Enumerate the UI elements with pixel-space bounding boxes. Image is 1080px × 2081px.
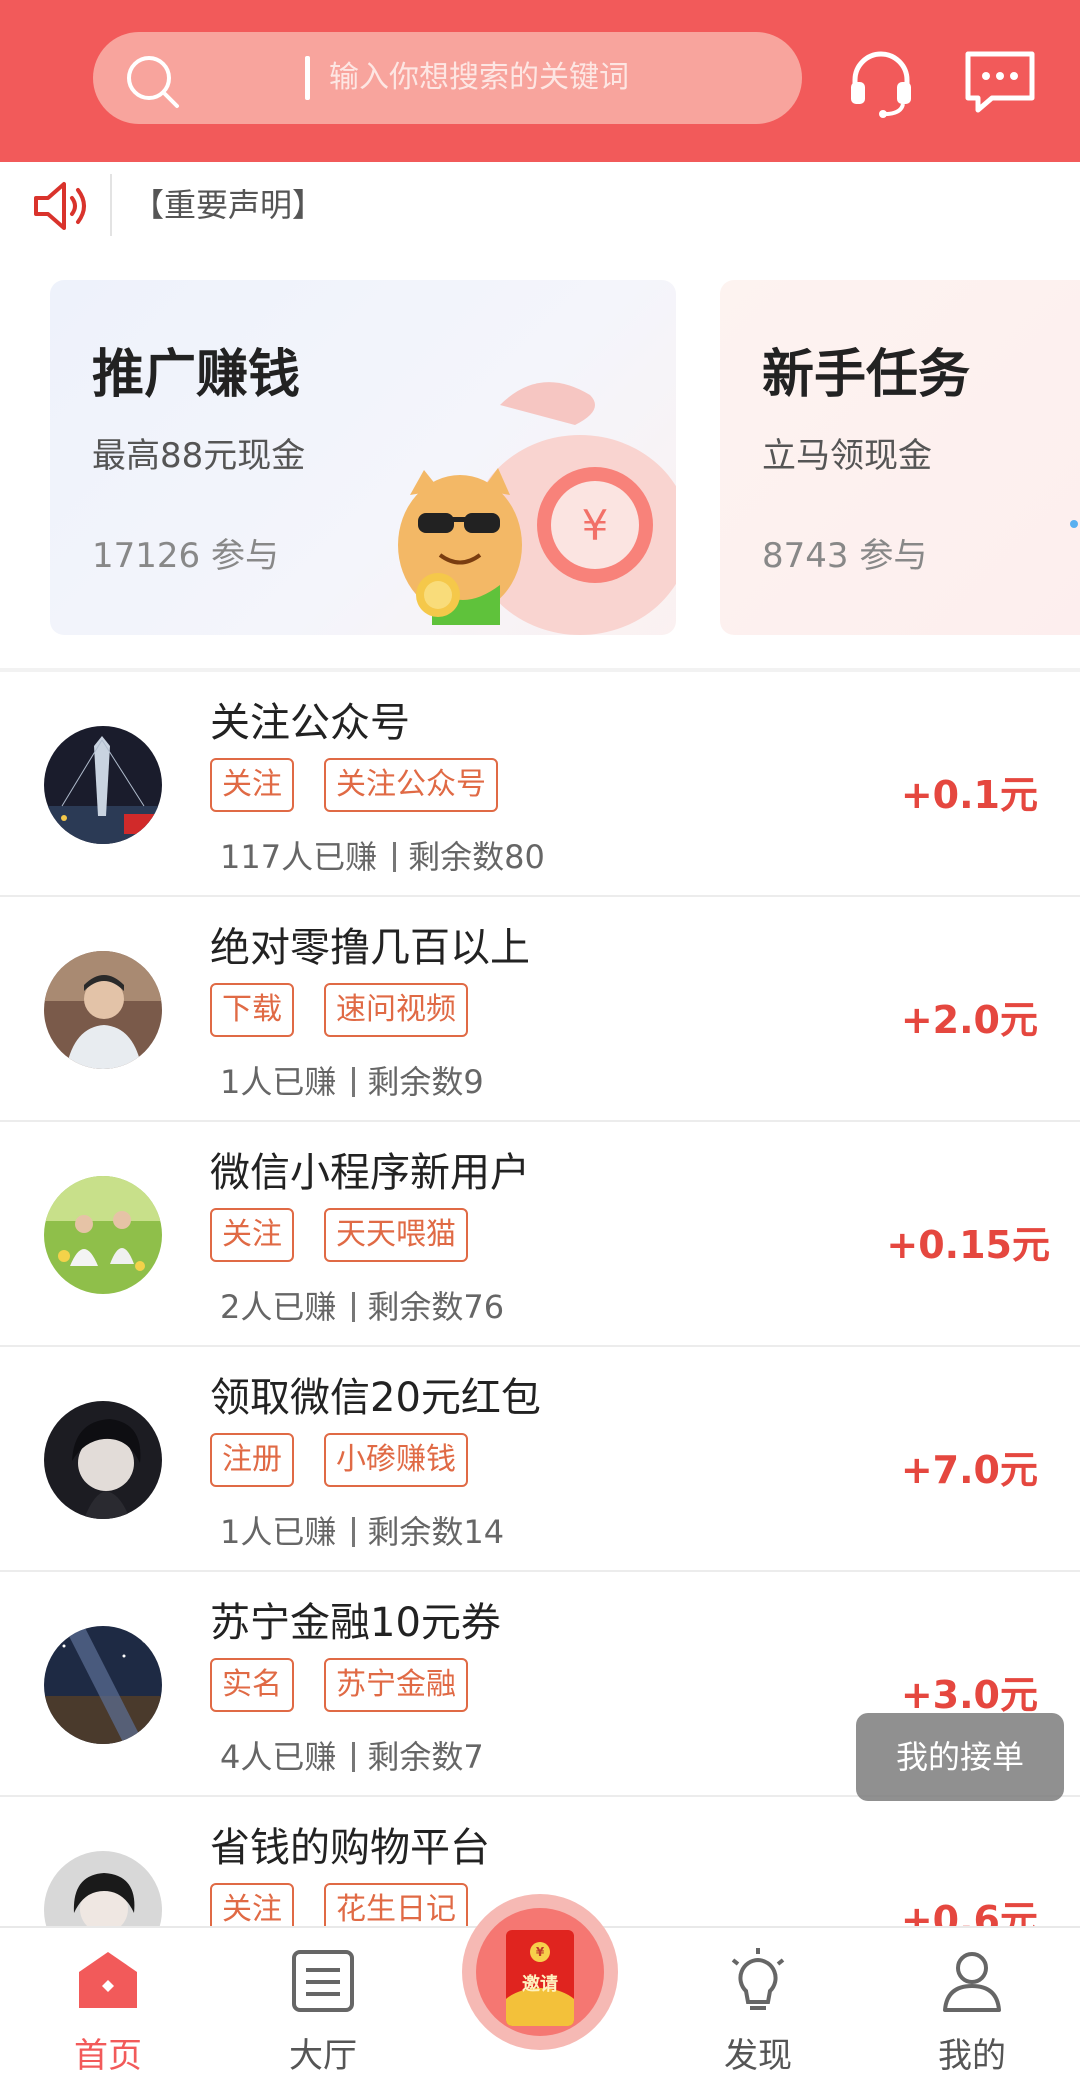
task-row[interactable]: 关注公众号 关注 关注公众号 117人已赚 剩余数80 +0.1元 <box>0 672 1080 897</box>
divider <box>110 174 112 236</box>
task-tag: 关注 <box>210 1883 294 1932</box>
task-tag: 实名 <box>210 1658 294 1712</box>
task-reward: +0.1元 <box>900 773 1038 817</box>
task-title: 绝对零撸几百以上 <box>210 925 530 971</box>
list-icon <box>292 1950 354 2012</box>
search-bar[interactable]: 输入你想搜索的关键词 <box>93 32 802 124</box>
task-reward: +0.15元 <box>886 1223 1050 1267</box>
message-icon[interactable] <box>962 44 1038 120</box>
task-tag: 花生日记 <box>324 1883 468 1932</box>
search-icon <box>127 56 179 108</box>
task-tag: 关注 <box>210 1208 294 1262</box>
remaining-count: 剩余数9 <box>367 1063 484 1101</box>
task-tags: 实名 苏宁金融 <box>210 1658 468 1712</box>
invite-circle: ¥ 邀请 <box>476 1908 604 2036</box>
money-bag-cat-illustration: ¥ <box>398 382 676 635</box>
notice-text[interactable]: 【重要声明】 <box>132 162 324 248</box>
remaining-count: 剩余数80 <box>408 838 545 876</box>
task-title: 苏宁金融10元券 <box>210 1600 501 1646</box>
avatar <box>44 1851 162 1932</box>
task-stats: 4人已赚 剩余数7 <box>220 1732 484 1778</box>
remaining-count: 剩余数7 <box>367 1738 484 1776</box>
card-title: 新手任务 <box>762 345 971 405</box>
tab-mine[interactable]: 我的 <box>902 1928 1042 2081</box>
page: 输入你想搜索的关键词 【重要声明】 推广赚钱 最高88元现金 17126 参与 … <box>0 0 1080 2081</box>
promo-card-promote[interactable]: 推广赚钱 最高88元现金 17126 参与 ¥ <box>50 280 676 635</box>
tab-home[interactable]: 首页 <box>38 1928 178 2081</box>
earned-count: 1人已赚 <box>220 1513 337 1551</box>
invite-label: 邀请 <box>522 1974 558 1995</box>
task-row[interactable]: 领取微信20元红包 注册 小碜赚钱 1人已赚 剩余数14 +7.0元 <box>0 1347 1080 1572</box>
text-cursor <box>305 56 310 100</box>
user-icon <box>943 1952 1001 2012</box>
task-row[interactable]: 微信小程序新用户 关注 天天喂猫 2人已赚 剩余数76 +0.15元 <box>0 1122 1080 1347</box>
earned-count: 4人已赚 <box>220 1738 337 1776</box>
card-count: 8743 参与 <box>762 536 928 576</box>
speaker-icon <box>34 182 86 230</box>
home-icon <box>79 1952 137 2008</box>
task-tag: 小碜赚钱 <box>324 1433 468 1487</box>
task-tags: 下载 速问视频 <box>210 983 468 1037</box>
tab-discover[interactable]: 发现 <box>688 1928 828 2081</box>
avatar <box>44 1626 162 1744</box>
tab-hall[interactable]: 大厅 <box>253 1928 393 2081</box>
tab-label: 大厅 <box>289 2036 357 2076</box>
lightbulb-icon <box>731 1948 785 2010</box>
card-subtitle: 立马领现金 <box>762 436 932 476</box>
task-tag: 关注 <box>210 758 294 812</box>
task-tags: 注册 小碜赚钱 <box>210 1433 468 1487</box>
task-stats: 117人已赚 剩余数80 <box>220 832 545 878</box>
remaining-count: 剩余数14 <box>367 1513 505 1551</box>
task-tag: 天天喂猫 <box>324 1208 468 1262</box>
task-stats: 2人已赚 剩余数76 <box>220 1282 504 1328</box>
task-reward: +7.0元 <box>900 1448 1038 1492</box>
search-input[interactable]: 输入你想搜索的关键词 <box>329 32 629 124</box>
task-tag: 关注公众号 <box>324 758 498 812</box>
avatar <box>44 951 162 1069</box>
task-tag: 下载 <box>210 983 294 1037</box>
task-reward: +2.0元 <box>900 998 1038 1042</box>
earned-count: 2人已赚 <box>220 1288 337 1326</box>
task-tag: 速问视频 <box>324 983 468 1037</box>
card-subtitle: 最高88元现金 <box>92 436 306 476</box>
earned-count: 1人已赚 <box>220 1063 337 1101</box>
red-envelope-icon: ¥ 邀请 <box>506 1930 574 2026</box>
task-title: 领取微信20元红包 <box>210 1375 541 1421</box>
headset-icon[interactable] <box>843 44 919 120</box>
notice-bar[interactable]: 【重要声明】 <box>0 162 1080 248</box>
task-title: 关注公众号 <box>210 700 410 746</box>
tab-label: 发现 <box>724 2036 792 2076</box>
promo-card-newbie[interactable]: 新手任务 立马领现金 8743 参与 <box>720 280 1080 635</box>
avatar <box>44 1176 162 1294</box>
avatar <box>44 726 162 844</box>
my-orders-button[interactable]: 我的接单 <box>856 1713 1064 1801</box>
task-title: 微信小程序新用户 <box>210 1150 530 1196</box>
gift-icon <box>1070 520 1078 528</box>
top-bar: 输入你想搜索的关键词 <box>0 0 1080 162</box>
remaining-count: 剩余数76 <box>367 1288 505 1326</box>
card-count: 17126 参与 <box>92 536 279 576</box>
avatar <box>44 1401 162 1519</box>
task-tag: 注册 <box>210 1433 294 1487</box>
tab-label: 首页 <box>74 2036 142 2076</box>
task-tags: 关注 关注公众号 <box>210 758 498 812</box>
tab-label: 我的 <box>938 2036 1006 2076</box>
invite-button[interactable]: ¥ 邀请 <box>462 1894 618 2050</box>
svg-text:¥: ¥ <box>582 501 609 550</box>
task-stats: 1人已赚 剩余数9 <box>220 1057 484 1103</box>
card-title: 推广赚钱 <box>92 345 301 405</box>
task-tags: 关注 花生日记 <box>210 1883 468 1932</box>
task-title: 省钱的购物平台 <box>210 1825 490 1871</box>
task-stats: 1人已赚 剩余数14 <box>220 1507 504 1553</box>
task-row[interactable]: 绝对零撸几百以上 下载 速问视频 1人已赚 剩余数9 +2.0元 <box>0 897 1080 1122</box>
task-tags: 关注 天天喂猫 <box>210 1208 468 1262</box>
task-reward: +3.0元 <box>900 1673 1038 1717</box>
promo-cards: 推广赚钱 最高88元现金 17126 参与 ¥ 新手任务 立马领现金 8743 … <box>0 248 1080 668</box>
task-tag: 苏宁金融 <box>324 1658 468 1712</box>
earned-count: 117人已赚 <box>220 838 378 876</box>
